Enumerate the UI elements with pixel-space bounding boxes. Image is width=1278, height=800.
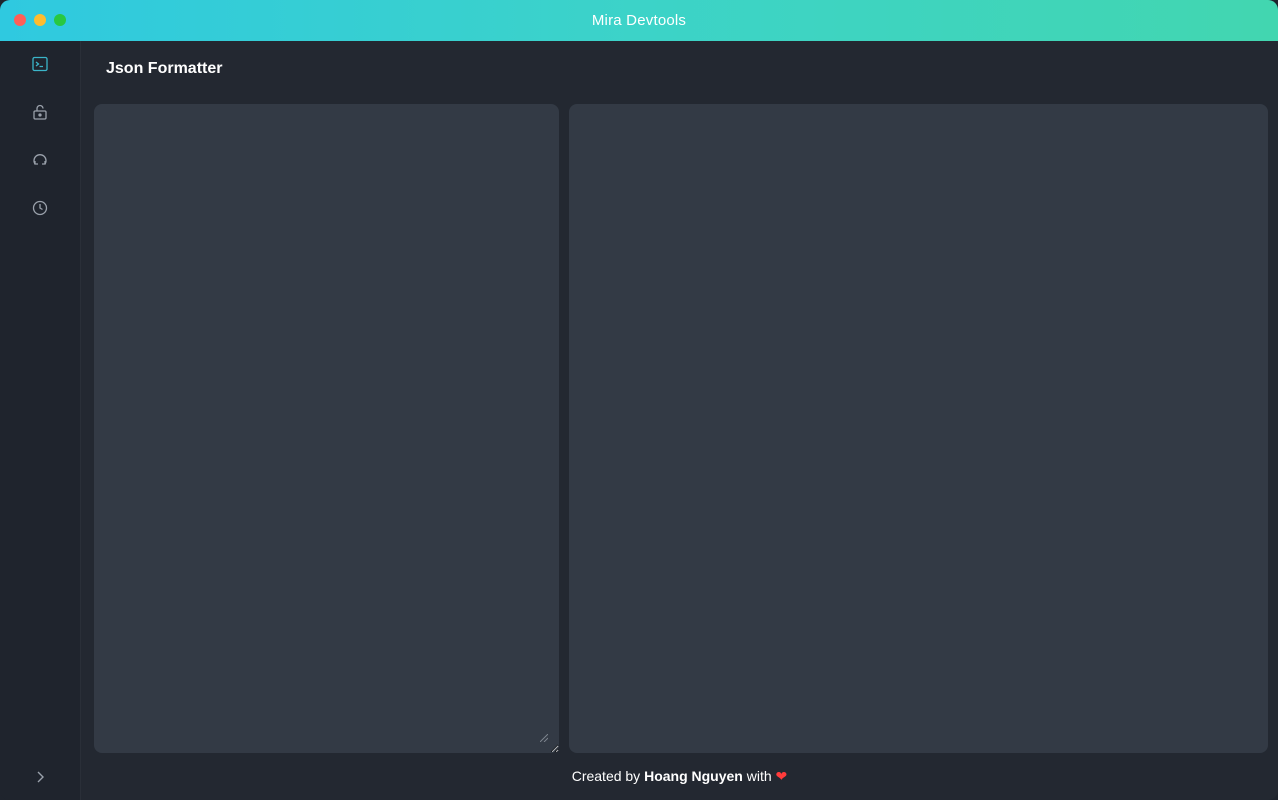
page-title: Json Formatter [106, 60, 223, 77]
close-window-button[interactable] [14, 14, 26, 26]
minimize-window-button[interactable] [34, 14, 46, 26]
clock-icon [32, 200, 48, 216]
sidebar-item-clock[interactable] [28, 196, 52, 220]
main-content: Json Formatter Created by Hoang Nguyen w… [81, 41, 1278, 800]
sidebar [0, 41, 81, 800]
sidebar-item-terminal[interactable] [28, 52, 52, 76]
sidebar-item-refresh[interactable] [28, 148, 52, 172]
sidebar-expand-button[interactable] [28, 765, 52, 789]
window-controls [14, 14, 66, 26]
unlock-icon [33, 104, 47, 120]
window-title: Mira Devtools [591, 12, 687, 29]
app-window: Mira Devtools Json Formatter Created by … [0, 0, 1278, 800]
chevron-right-icon [37, 771, 44, 783]
footer-prefix: Created by [571, 768, 641, 784]
terminal-icon [32, 56, 48, 72]
json-input-panel [94, 104, 559, 753]
sidebar-item-unlock[interactable] [28, 100, 52, 124]
author-name: Hoang Nguyen [644, 768, 743, 784]
footer-credit: Created by Hoang Nguyen with ❤ [81, 768, 1278, 785]
heart-icon: ❤ [775, 768, 788, 784]
refresh-icon [33, 154, 47, 165]
title-bar[interactable]: Mira Devtools [0, 0, 1278, 41]
json-input[interactable] [94, 104, 559, 753]
resize-handle-icon[interactable] [540, 734, 548, 742]
footer-suffix: with [746, 768, 772, 784]
json-output-panel[interactable] [569, 104, 1268, 753]
zoom-window-button[interactable] [54, 14, 66, 26]
